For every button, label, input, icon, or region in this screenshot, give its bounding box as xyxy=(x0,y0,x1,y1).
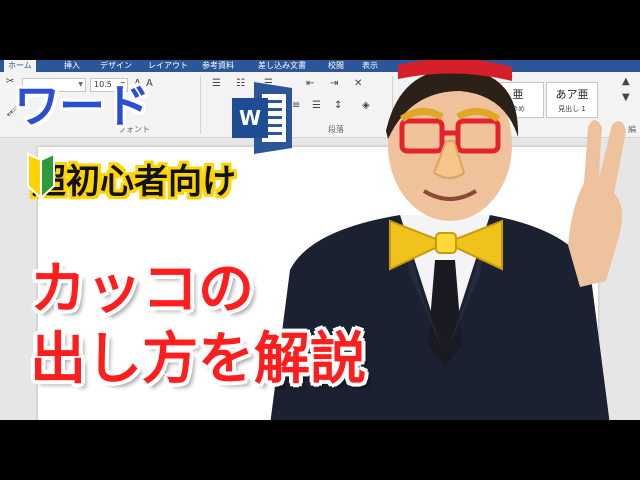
beginner-label: 超初心者向け xyxy=(32,162,236,202)
shoshinsha-mark-icon xyxy=(27,152,55,200)
peace-sign-hand xyxy=(568,120,626,287)
ribbon-separator xyxy=(200,76,201,134)
bowtie-knot xyxy=(435,232,457,254)
tab-layout[interactable]: レイアウト xyxy=(148,60,188,72)
thumbnail-title: ワード xyxy=(14,79,150,133)
headline-line-1: カッコの xyxy=(30,257,254,322)
svg-text:W: W xyxy=(239,106,261,130)
tab-references[interactable]: 参考資料 xyxy=(202,60,234,72)
thumbnail-frame: ホーム 挿入 デザイン レイアウト 参考資料 差し込み文書 校閲 表示 ✂ 🖌 … xyxy=(0,0,640,480)
headline-line-2: 出し方を解説 xyxy=(30,327,366,392)
letterbox-bottom xyxy=(0,420,640,480)
bullets-icon[interactable]: ☰ xyxy=(212,78,221,90)
letterbox-top xyxy=(0,0,640,60)
microsoft-word-logo-icon: W xyxy=(232,82,292,154)
